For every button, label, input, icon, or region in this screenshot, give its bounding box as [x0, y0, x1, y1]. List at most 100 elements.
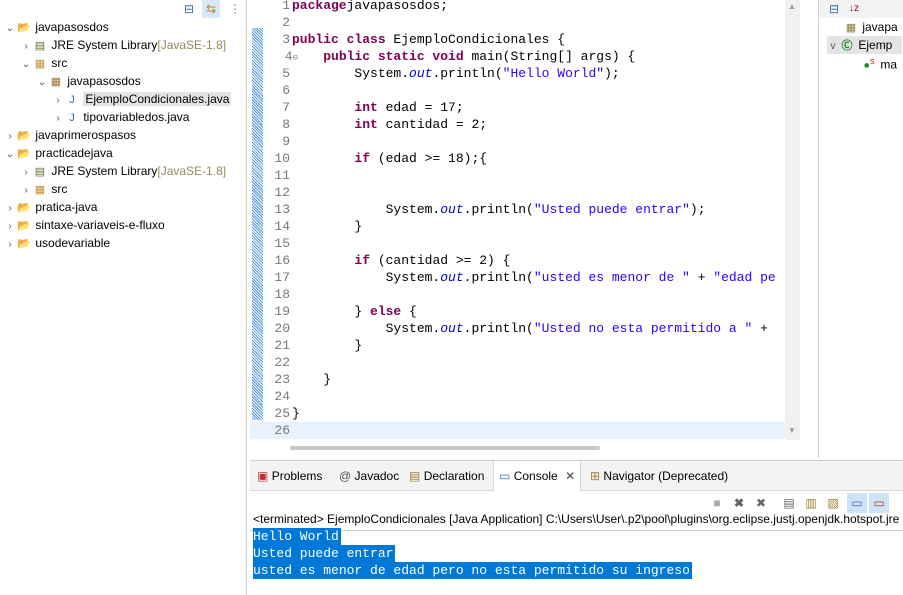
- tree-item[interactable]: › ▤ JRE System Library[JavaSE-1.8]: [20, 36, 226, 54]
- code-line[interactable]: 22: [250, 354, 785, 371]
- code-text: System.out.println("Usted no esta permit…: [292, 321, 768, 336]
- code-line[interactable]: 14 }: [250, 218, 785, 235]
- tree-item[interactable]: ⌄ 📂 javapasosdos: [4, 18, 109, 36]
- tree-item[interactable]: › ▦ src: [20, 180, 67, 198]
- tree-item-label: tipovariabledos.java: [83, 110, 190, 124]
- outline-class[interactable]: v Ⓒ Ejemp: [827, 36, 903, 54]
- word-wrap-icon[interactable]: ▧: [823, 493, 843, 513]
- console-output-line: usted es menor de edad pero no esta perm…: [253, 562, 692, 579]
- code-line[interactable]: 19 } else {: [250, 303, 785, 320]
- source-folder-icon: ▦: [34, 58, 46, 70]
- editor-vertical-scrollbar[interactable]: ▲ ▼: [785, 0, 800, 440]
- code-editor[interactable]: 1 packagejavapasosdos; 2 3 public class Ejem…: [250, 0, 785, 440]
- tab-declaration[interactable]: ▤ Declaration: [404, 461, 489, 491]
- line-number: 6: [282, 83, 290, 98]
- scroll-lock-icon[interactable]: ▥: [801, 493, 821, 513]
- code-line[interactable]: 10 if (edad >= 18);{: [250, 150, 785, 167]
- collapse-all-icon[interactable]: ⊟: [180, 0, 198, 18]
- chevron-down-icon[interactable]: ⌄: [36, 74, 48, 92]
- tree-item[interactable]: › ▤ JRE System Library[JavaSE-1.8]: [20, 162, 226, 180]
- tab-console[interactable]: ▭ Console ✕: [493, 461, 582, 492]
- java-file-icon: J: [69, 112, 75, 124]
- chevron-down-icon[interactable]: ⌄: [4, 146, 16, 164]
- scroll-down-icon[interactable]: ▼: [788, 426, 796, 435]
- sort-icon[interactable]: ↓z: [845, 0, 863, 18]
- tree-item-label: practicadejava: [35, 146, 113, 160]
- code-line[interactable]: 16 if (cantidad >= 2) {: [250, 252, 785, 269]
- terminate-icon[interactable]: ■: [707, 493, 727, 513]
- tree-item[interactable]: › 📂 usodevariable: [4, 234, 110, 252]
- tree-item[interactable]: ⌄ 📂 practicadejava: [4, 144, 113, 162]
- tree-item[interactable]: › J EjemploCondicionales.java: [52, 90, 232, 108]
- outline-method[interactable]: ●S ma: [861, 54, 897, 72]
- tree-item[interactable]: ⌄ ▦ javapasosdos: [36, 72, 141, 90]
- code-text: }: [292, 372, 332, 387]
- package-icon: ▦: [50, 76, 62, 88]
- line-number: 22: [274, 355, 290, 370]
- view-menu-icon[interactable]: ⋮: [226, 0, 244, 18]
- show-on-output-icon[interactable]: ▭: [847, 493, 867, 513]
- code-text: int edad = 17;: [354, 100, 464, 115]
- chevron-down-icon[interactable]: ⌄: [20, 56, 32, 74]
- panel-tabs: ▣ Problems @ Javadoc ▤ Declaration ▭ Con…: [250, 461, 903, 492]
- java-file-icon: J: [69, 94, 75, 106]
- code-line[interactable]: 20 System.out.println("Usted no esta per…: [250, 320, 785, 337]
- chevron-down-icon[interactable]: ⌄: [4, 20, 16, 38]
- code-line[interactable]: 26: [250, 422, 785, 439]
- code-line[interactable]: 2: [250, 14, 785, 31]
- change-ruler: [252, 28, 263, 420]
- project-icon: 📂: [17, 148, 31, 160]
- code-line[interactable]: 24: [250, 388, 785, 405]
- console-icon: ▭: [499, 469, 511, 483]
- console-output-line: Hello World: [253, 528, 341, 545]
- chevron-down-icon: v: [830, 41, 836, 52]
- code-line[interactable]: 5 System.out.println("Hello World");: [250, 65, 785, 82]
- code-line[interactable]: 25}: [250, 405, 785, 422]
- code-line[interactable]: 7 int edad = 17;: [250, 99, 785, 116]
- code-line[interactable]: 8 int cantidad = 2;: [250, 116, 785, 133]
- clear-console-icon[interactable]: ▤: [779, 493, 799, 513]
- code-line[interactable]: 15: [250, 235, 785, 252]
- tree-item[interactable]: › 📂 javaprimerospasos: [4, 126, 136, 144]
- line-number: 17: [274, 270, 290, 285]
- line-number: 20: [274, 321, 290, 336]
- code-line[interactable]: 17 System.out.println("usted es menor de…: [250, 269, 785, 286]
- scroll-up-icon[interactable]: ▲: [788, 2, 796, 11]
- tree-item-decoration: [JavaSE-1.8]: [157, 38, 227, 52]
- line-number: 12: [274, 185, 290, 200]
- editor-horizontal-scrollbar[interactable]: [290, 446, 600, 450]
- code-line[interactable]: 9: [250, 133, 785, 150]
- remove-all-icon[interactable]: ✖: [751, 493, 771, 513]
- code-line[interactable]: 21 }: [250, 337, 785, 354]
- close-icon[interactable]: ✕: [565, 469, 575, 483]
- method-icon: ●S: [863, 59, 875, 72]
- code-line[interactable]: 4⊖ public static void main(String[] args…: [250, 48, 785, 65]
- chevron-right-icon[interactable]: ›: [4, 236, 16, 254]
- code-text: System.out.println("Usted puede entrar")…: [292, 202, 706, 217]
- code-line[interactable]: 11: [250, 167, 785, 184]
- show-on-error-icon[interactable]: ▭: [869, 493, 889, 513]
- tree-item[interactable]: › J tipovariabledos.java: [52, 108, 189, 126]
- link-editor-icon[interactable]: ⇆: [202, 0, 220, 18]
- remove-launch-icon[interactable]: ✖: [729, 493, 749, 513]
- line-number: 1: [282, 0, 290, 13]
- collapse-all-icon[interactable]: ⊟: [825, 0, 843, 18]
- line-number: 16: [274, 253, 290, 268]
- tree-item[interactable]: › 📂 pratica-java: [4, 198, 97, 216]
- library-icon: ▤: [34, 166, 46, 178]
- code-line[interactable]: 3 public class EjemploCondicionales {: [250, 31, 785, 48]
- outline-package[interactable]: ▦ javapa: [843, 18, 898, 36]
- tab-navigator[interactable]: ⊞ Navigator (Deprecated): [585, 461, 733, 491]
- tree-item[interactable]: ⌄ ▦ src: [20, 54, 68, 74]
- code-line[interactable]: 12: [250, 184, 785, 201]
- tree-item[interactable]: › 📂 sintaxe-variaveis-e-fluxo: [4, 216, 164, 234]
- code-line[interactable]: 1 packagejavapasosdos;: [250, 0, 785, 14]
- code-line[interactable]: 13 System.out.println("Usted puede entra…: [250, 201, 785, 218]
- tab-problems[interactable]: ▣ Problems: [252, 461, 327, 491]
- tab-javadoc[interactable]: @ Javadoc: [334, 461, 404, 491]
- code-line[interactable]: 23 }: [250, 371, 785, 388]
- code-line[interactable]: 18: [250, 286, 785, 303]
- package-icon: ▦: [845, 22, 857, 34]
- code-line[interactable]: 6: [250, 82, 785, 99]
- code-text: } else {: [292, 304, 417, 319]
